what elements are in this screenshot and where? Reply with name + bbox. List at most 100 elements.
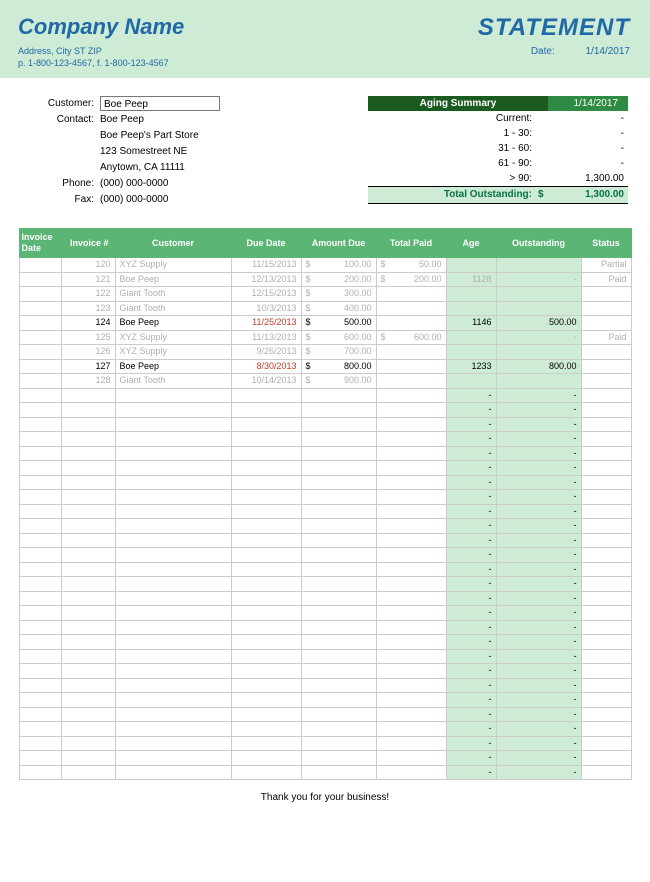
cell-invoice-date (19, 374, 61, 389)
cell-amount-due: $200.00 (301, 272, 376, 287)
cell-customer: XYZ Supply (115, 345, 231, 360)
cell-outstanding (496, 345, 581, 360)
footer-message: Thank you for your business! (0, 792, 650, 803)
cell-total-paid: $200.00 (376, 272, 446, 287)
column-header: Invoice # (61, 229, 115, 258)
table-header-row: Invoice DateInvoice #CustomerDue DateAmo… (19, 229, 631, 258)
cell-age: - (446, 533, 496, 548)
cell-invoice-num: 125 (61, 330, 115, 345)
cell-due-date: 12/13/2013 (231, 272, 301, 287)
cell-amount-due: $800.00 (301, 359, 376, 374)
column-header: Invoice Date (19, 229, 61, 258)
table-row: -- (19, 591, 631, 606)
cell-status: Paid (581, 272, 631, 287)
cell-status (581, 301, 631, 316)
cell-age: - (446, 446, 496, 461)
cell-age: - (446, 736, 496, 751)
cell-age: - (446, 504, 496, 519)
cell-outstanding: - (496, 722, 581, 737)
cell-age: - (446, 519, 496, 534)
cell-outstanding: - (496, 475, 581, 490)
cell-age: - (446, 475, 496, 490)
table-row: -- (19, 693, 631, 708)
cell-due-date: 10/14/2013 (231, 374, 301, 389)
cell-invoice-num: 123 (61, 301, 115, 316)
customer-citystate: Anytown, CA 11111 (100, 160, 185, 176)
cell-customer: XYZ Supply (115, 258, 231, 273)
table-row: -- (19, 461, 631, 476)
aging-date: 1/14/2017 (548, 96, 628, 111)
invoices-table: Invoice DateInvoice #CustomerDue DateAmo… (19, 228, 632, 780)
fax-value: (000) 000-0000 (100, 192, 168, 208)
aging-title: Aging Summary (368, 96, 548, 111)
cell-customer: XYZ Supply (115, 330, 231, 345)
cell-age (446, 345, 496, 360)
cell-invoice-date (19, 345, 61, 360)
cell-due-date: 11/13/2013 (231, 330, 301, 345)
customer-name-input[interactable]: Boe Peep (100, 96, 220, 111)
statement-date: Date: 1/14/2017 (478, 46, 630, 57)
aging-row-value: - (538, 126, 628, 141)
cell-age: 1146 (446, 316, 496, 331)
cell-age: - (446, 461, 496, 476)
aging-row-label: Current: (368, 111, 538, 126)
cell-amount-due: $300.00 (301, 287, 376, 302)
customer-label: Customer: (22, 96, 100, 112)
cell-age: - (446, 562, 496, 577)
cell-age (446, 330, 496, 345)
table-row: -- (19, 649, 631, 664)
customer-store: Boe Peep's Part Store (100, 128, 199, 144)
table-row: -- (19, 606, 631, 621)
table-row: 127Boe Peep8/30/2013$800.001233800.00 (19, 359, 631, 374)
table-row: -- (19, 548, 631, 563)
aging-row-value: 1,300.00 (538, 171, 628, 186)
cell-customer: Giant Tooth (115, 374, 231, 389)
cell-age: - (446, 664, 496, 679)
customer-block: Customer: Boe Peep Contact: Boe Peep Boe… (22, 96, 308, 208)
table-row: -- (19, 765, 631, 780)
table-row: -- (19, 519, 631, 534)
cell-outstanding: - (496, 678, 581, 693)
aging-summary: Aging Summary 1/14/2017 Current:-1 - 30:… (368, 96, 628, 208)
column-header: Due Date (231, 229, 301, 258)
cell-outstanding: - (496, 707, 581, 722)
cell-total-paid (376, 301, 446, 316)
cell-outstanding (496, 287, 581, 302)
cell-due-date: 12/15/2013 (231, 287, 301, 302)
cell-due-date: 11/15/2013 (231, 258, 301, 273)
cell-outstanding: - (496, 519, 581, 534)
header: Company Name Address, City ST ZIP p. 1-8… (0, 0, 650, 78)
cell-total-paid (376, 374, 446, 389)
cell-amount-due: $100.00 (301, 258, 376, 273)
cell-invoice-num: 120 (61, 258, 115, 273)
aging-row-value: - (538, 141, 628, 156)
cell-age (446, 374, 496, 389)
column-header: Age (446, 229, 496, 258)
cell-total-paid (376, 359, 446, 374)
cell-outstanding: - (496, 664, 581, 679)
column-header: Status (581, 229, 631, 258)
aging-total-label: Total Outstanding: (368, 187, 538, 203)
table-row: -- (19, 678, 631, 693)
table-row: -- (19, 432, 631, 447)
cell-due-date: 9/26/2013 (231, 345, 301, 360)
table-row: -- (19, 635, 631, 650)
cell-outstanding: - (496, 533, 581, 548)
cell-age (446, 287, 496, 302)
date-value: 1/14/2017 (586, 46, 631, 57)
cell-outstanding: - (496, 577, 581, 592)
cell-age (446, 258, 496, 273)
cell-due-date: 11/25/2013 (231, 316, 301, 331)
cell-due-date: 8/30/2013 (231, 359, 301, 374)
cell-outstanding (496, 301, 581, 316)
table-row: -- (19, 562, 631, 577)
cell-age: - (446, 765, 496, 780)
column-header: Total Paid (376, 229, 446, 258)
table-row: -- (19, 533, 631, 548)
statement-title: STATEMENT (478, 14, 630, 42)
cell-outstanding: - (496, 635, 581, 650)
customer-street: 123 Somestreet NE (100, 144, 187, 160)
cell-outstanding: - (496, 736, 581, 751)
cell-age: 1128 (446, 272, 496, 287)
aging-row-label: 31 - 60: (368, 141, 538, 156)
